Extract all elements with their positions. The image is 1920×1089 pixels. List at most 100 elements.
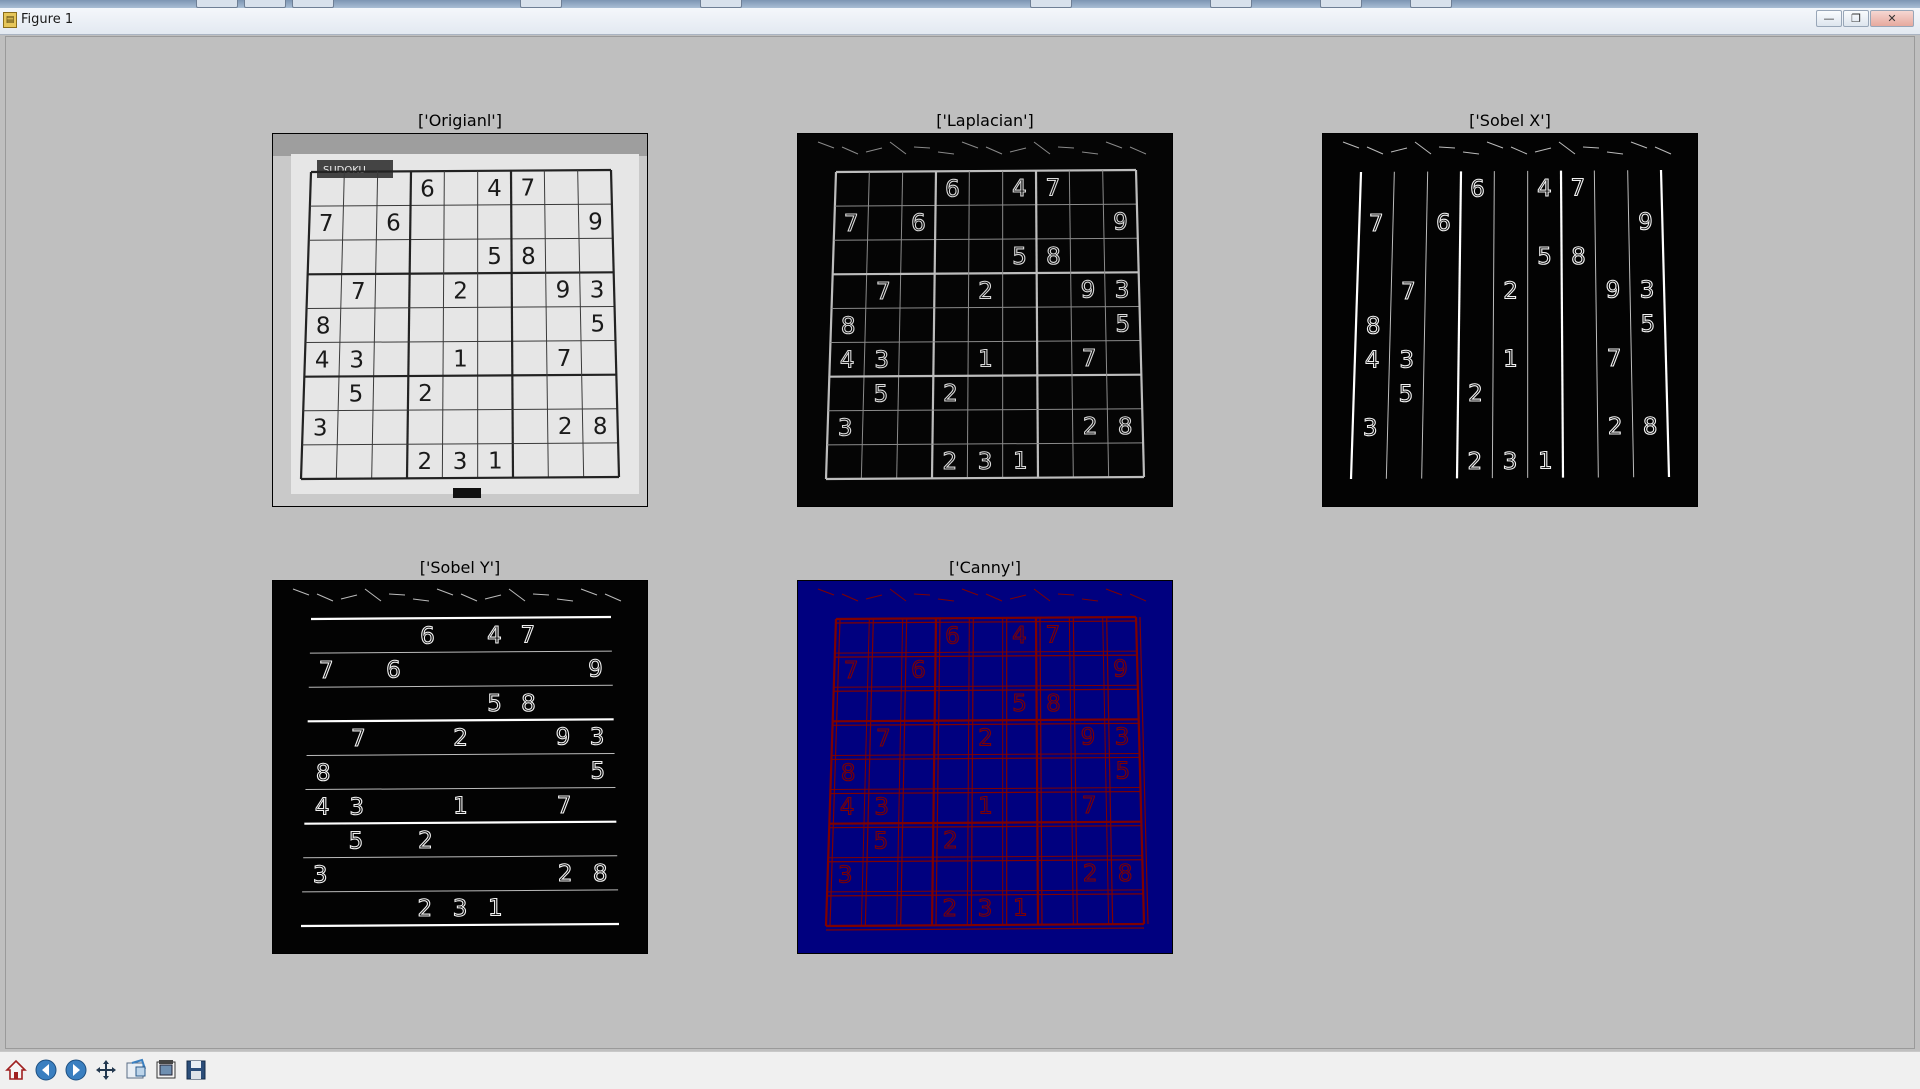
sudoku-digit: 8 — [1118, 414, 1133, 440]
sudoku-digit: 8 — [316, 760, 331, 786]
sudoku-digit: 8 — [316, 313, 331, 339]
taskbar-strip — [0, 0, 1920, 8]
sudoku-digit: 5 — [1012, 244, 1027, 270]
window-titlebar: ▤ Figure 1 — ❐ ✕ — [0, 8, 1920, 35]
image-original: SUDOKU 6 4 7 7 6 9 5 8 7 2 9 3 8 5 4 3 1 7 5 2 3 2 8 2 3 1 — [272, 133, 648, 507]
sudoku-digit: 2 — [1503, 278, 1518, 304]
sudoku-digit: 2 — [558, 414, 573, 440]
sudoku-digit: 4 — [315, 348, 330, 374]
image-sobel-y: 64776958729385431752328231 — [272, 580, 648, 954]
sudoku-digit: 5 — [1399, 381, 1414, 407]
sudoku-digit: 6 — [420, 623, 435, 649]
sudoku-digit: 7 — [844, 211, 859, 237]
sudoku-digit: 8 — [521, 691, 536, 717]
page-footer-mark — [453, 488, 481, 498]
sudoku-digit: 2 — [943, 828, 958, 854]
subplot-title: ['Laplacian'] — [936, 111, 1034, 130]
sudoku-digit: 1 — [488, 449, 503, 475]
sudoku-digit: 7 — [319, 658, 334, 684]
subplot-title: ['Origianl'] — [418, 111, 502, 130]
sudoku-digit: 3 — [874, 794, 889, 820]
sudoku-digit: 9 — [1113, 209, 1128, 235]
sudoku-digit: 3 — [1503, 449, 1518, 475]
sudoku-digit: 8 — [1046, 244, 1061, 270]
taskbar-button[interactable] — [1320, 0, 1362, 8]
taskbar-button[interactable] — [292, 0, 334, 8]
sudoku-digit: 2 — [943, 449, 958, 475]
sudoku-digit: 3 — [1363, 416, 1378, 442]
sudoku-digit: 7 — [1046, 623, 1061, 649]
sudoku-digit: 9 — [1638, 209, 1653, 235]
sudoku-digit: 3 — [590, 725, 605, 751]
sudoku-digit: 7 — [1082, 346, 1097, 372]
zoom-button[interactable] — [123, 1057, 149, 1083]
subplot-laplacian: ['Laplacian'] 64776958729385431752328231 — [797, 111, 1173, 507]
sudoku-digit: 3 — [590, 278, 605, 304]
sudoku-digit: 9 — [1606, 278, 1621, 304]
sudoku-digit: 7 — [1401, 279, 1416, 305]
sudoku-digit: 7 — [1607, 346, 1622, 372]
sudoku-digit: 3 — [313, 416, 328, 442]
sudoku-digit: 2 — [418, 381, 433, 407]
home-button[interactable] — [3, 1057, 29, 1083]
subplots-button[interactable] — [153, 1057, 179, 1083]
taskbar-button[interactable] — [1030, 0, 1072, 8]
sudoku-digit: 8 — [521, 244, 536, 270]
sudoku-digit: 5 — [591, 759, 606, 785]
sudoku-digit: 7 — [557, 793, 572, 819]
zoom-icon — [126, 1058, 146, 1079]
sudoku-digit: 3 — [349, 347, 364, 373]
sudoku-digit: 3 — [1115, 725, 1130, 751]
sudoku-digit: 4 — [487, 623, 502, 649]
sudoku-digit: 6 — [911, 211, 926, 237]
sudoku-digit: 5 — [874, 381, 889, 407]
maximize-button[interactable]: ❐ — [1843, 10, 1869, 27]
figure-canvas[interactable]: ['Origianl'] SUDOKU 6 4 7 7 6 9 5 8 7 2 9 3 8 5 4 3 1 7 5 2 3… — [5, 36, 1915, 1049]
sudoku-digit: 2 — [1468, 381, 1483, 407]
minimize-button[interactable]: — — [1816, 10, 1842, 27]
sudoku-digit: 7 — [351, 726, 366, 752]
sudoku-digit: 4 — [840, 348, 855, 374]
sudoku-digit: 2 — [453, 278, 468, 304]
sudoku-digit: 9 — [588, 656, 603, 682]
sudoku-digit: 4 — [1365, 348, 1380, 374]
save-button[interactable] — [183, 1057, 209, 1083]
taskbar-button[interactable] — [196, 0, 238, 8]
sudoku-digit: 2 — [978, 278, 993, 304]
subplot-title: ['Canny'] — [948, 558, 1021, 577]
sudoku-digit: 3 — [1399, 347, 1414, 373]
sudoku-digit: 5 — [487, 244, 502, 270]
sudoku-digit: 2 — [453, 725, 468, 751]
sudoku-digit: 3 — [313, 863, 328, 889]
sudoku-digit: 3 — [978, 896, 993, 922]
taskbar-button[interactable] — [700, 0, 742, 8]
window-title: Figure 1 — [21, 12, 74, 27]
sudoku-digit: 3 — [874, 347, 889, 373]
sudoku-digit: 4 — [1012, 623, 1027, 649]
sudoku-digit: 5 — [349, 381, 364, 407]
subplot-title: ['Sobel Y'] — [419, 558, 501, 577]
subplot-title: ['Sobel X'] — [1469, 111, 1551, 130]
close-button[interactable]: ✕ — [1870, 10, 1914, 27]
sudoku-digit: 1 — [1013, 896, 1028, 922]
subplots-icon — [156, 1060, 176, 1079]
sudoku-digit: 5 — [591, 312, 606, 338]
sudoku-digit: 7 — [844, 658, 859, 684]
back-button[interactable] — [33, 1057, 59, 1083]
taskbar-button[interactable] — [244, 0, 286, 8]
sudoku-digit: 5 — [349, 828, 364, 854]
sudoku-digit: 7 — [876, 279, 891, 305]
sudoku-digit: 4 — [840, 795, 855, 821]
sudoku-digit: 9 — [1113, 656, 1128, 682]
pan-button[interactable] — [93, 1057, 119, 1083]
forward-button[interactable] — [63, 1057, 89, 1083]
navigation-toolbar — [0, 1051, 1920, 1089]
sudoku-digit: 8 — [1643, 414, 1658, 440]
taskbar-button[interactable] — [1210, 0, 1252, 8]
sudoku-digit: 7 — [1571, 176, 1586, 202]
taskbar-button[interactable] — [520, 0, 562, 8]
sudoku-digit: 2 — [1468, 449, 1483, 475]
sudoku-digit: 2 — [418, 896, 433, 922]
sudoku-digit: 1 — [1503, 347, 1518, 373]
taskbar-button[interactable] — [1410, 0, 1452, 8]
